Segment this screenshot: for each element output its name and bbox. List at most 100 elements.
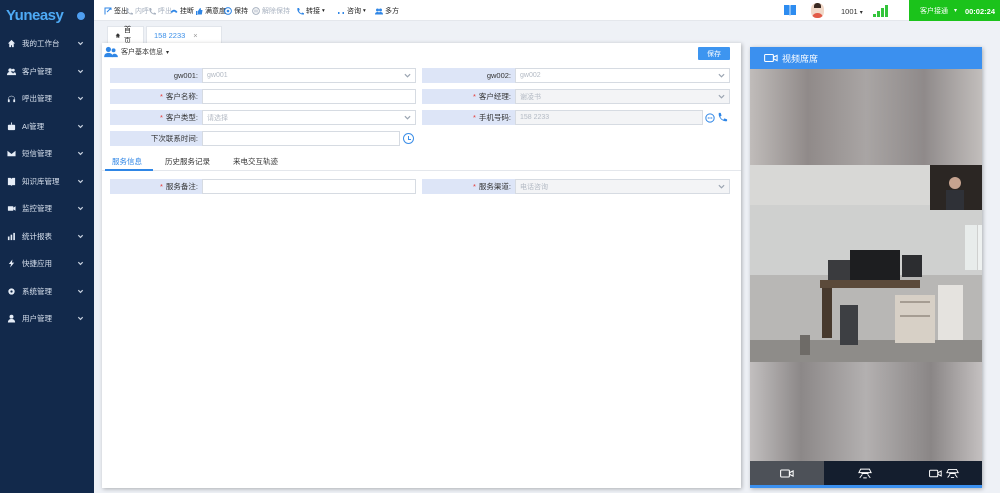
video-panel-title: 视频席席 — [782, 53, 819, 64]
customer-type-select[interactable]: 请选择 — [202, 110, 416, 125]
toolbar-label: 内呼 — [135, 8, 149, 15]
next-contact-input[interactable] — [202, 131, 400, 146]
conference-icon — [375, 8, 383, 15]
toolbar-unhold-button[interactable]: 解除保持 — [252, 6, 290, 16]
subtab-divider — [102, 170, 741, 171]
chart-icon — [7, 232, 16, 241]
gw002-select[interactable]: gw002 — [515, 68, 730, 83]
screen-share-button[interactable] — [824, 461, 905, 485]
toolbar-consult-button[interactable]: 咨询 ▾ — [337, 6, 366, 16]
sidebar-item-label: 快捷应用 — [22, 259, 52, 269]
toolbar-label: 满意度 — [205, 8, 226, 15]
internal-call-icon — [126, 8, 133, 15]
required-mark: * — [159, 92, 163, 101]
video-panel: 视频席席 — [750, 47, 982, 488]
toolbar-outbound-call-button[interactable]: 呼出 — [148, 6, 172, 16]
section-title[interactable]: 客户基本信息 ▾ — [104, 46, 169, 58]
video-frame-image — [750, 165, 982, 362]
sidebar-item-label: 呼出管理 — [22, 94, 52, 104]
transfer-icon — [297, 8, 304, 15]
service-channel-label-text: 服务渠道: — [478, 182, 511, 191]
required-mark: * — [159, 182, 163, 191]
toolbar-label: 保持 — [234, 8, 248, 15]
video-blurred-bottom — [750, 362, 982, 461]
home-icon — [7, 39, 16, 48]
chevron-down-icon — [77, 205, 84, 212]
toolbar-thumb-button[interactable]: 满意度 — [195, 6, 226, 16]
camera-toggle-button[interactable] — [750, 461, 824, 485]
screen-share-icon — [945, 468, 959, 478]
sidebar-item-2[interactable]: 呼出管理 — [0, 85, 94, 113]
sidebar-item-label: 知识库管理 — [22, 176, 60, 186]
call-timer: 00:02:24 — [964, 7, 995, 16]
sidebar-item-7[interactable]: 统计报表 — [0, 223, 94, 251]
sidebar-item-label: 统计报表 — [22, 231, 52, 241]
chevron-down-icon — [77, 150, 84, 157]
sidebar-collapse-icon[interactable] — [77, 12, 85, 20]
sidebar-item-1[interactable]: 客户管理 — [0, 58, 94, 86]
sidebar: Yuneasy 我的工作台客户管理呼出管理 AI管理 短信管理知识库管理监控管理统计… — [0, 0, 94, 493]
phone-call-icon[interactable] — [717, 112, 728, 123]
service-note-input[interactable] — [202, 179, 416, 194]
sidebar-item-4[interactable]: 短信管理 — [0, 140, 94, 168]
chevron-down-icon — [77, 233, 84, 240]
customer-form-panel: 客户基本信息 ▾ 保存 gw001: gw001 gw002: gw002 * 客… — [102, 43, 741, 488]
sidebar-item-3[interactable]: AI管理 — [0, 113, 94, 141]
video-panel-header: 视频席席 — [750, 47, 982, 69]
sidebar-item-label: 用户管理 — [22, 314, 52, 324]
logo-text: Yuneasy — [6, 6, 64, 24]
sidebar-item-label: 监控管理 — [22, 204, 52, 214]
customer-manager-value: 谢凌书 — [520, 93, 541, 101]
tab-home[interactable]: 首页 — [107, 25, 144, 45]
video-camera-icon — [780, 468, 794, 478]
clock-icon[interactable] — [403, 133, 414, 144]
required-mark: * — [472, 92, 476, 101]
toolbar-transfer-button[interactable]: 转接 ▾ — [296, 6, 325, 16]
chevron-down-icon — [77, 315, 84, 322]
customer-type-label-text: 客户类型: — [165, 113, 198, 122]
sidebar-item-0[interactable]: 我的工作台 — [0, 30, 94, 58]
gear-icon — [7, 287, 16, 296]
sidebar-item-10[interactable]: 用户管理 — [0, 305, 94, 333]
thumb-icon — [196, 8, 203, 15]
customer-name-input[interactable] — [202, 89, 416, 104]
hangup-icon — [170, 9, 178, 13]
avatar[interactable] — [811, 3, 824, 18]
call-status-button[interactable]: 客户接通 ▾ 00:02:24 — [909, 0, 1000, 21]
sidebar-item-9[interactable]: 系统管理 — [0, 278, 94, 306]
sidebar-item-label: 客户管理 — [22, 66, 52, 76]
customer-type-placeholder: 请选择 — [207, 114, 228, 122]
video-camera-icon — [928, 469, 942, 477]
subtab-call-trace[interactable]: 来电交互轨迹 — [233, 156, 278, 167]
subtab-service-info[interactable]: 服务信息 — [112, 156, 142, 167]
toolbar-hangup-button[interactable]: 挂断 — [170, 6, 194, 16]
customer-name-label: * 客户名称: — [110, 89, 202, 104]
video-controls — [750, 461, 982, 488]
tab-bar: 首页 158 2233 × — [94, 21, 1000, 45]
outbound-call-icon — [149, 8, 156, 15]
extension-label: 1001 — [841, 7, 858, 16]
book-icon[interactable] — [783, 3, 797, 17]
toolbar-hold-button[interactable]: 保持 — [224, 6, 248, 16]
service-channel-select[interactable]: 电话咨询 — [515, 179, 730, 194]
toolbar-internal-call-button[interactable]: 内呼 — [125, 6, 149, 16]
subtab-history[interactable]: 历史服务记录 — [165, 156, 210, 167]
save-button[interactable]: 保存 — [698, 47, 730, 60]
message-icon[interactable] — [705, 113, 715, 123]
sidebar-item-5[interactable]: 知识库管理 — [0, 168, 94, 196]
sidebar-item-6[interactable]: 监控管理 — [0, 195, 94, 223]
phone-input[interactable]: 158 2233 — [515, 110, 703, 125]
phone-label: * 手机号码: — [422, 110, 515, 125]
customer-manager-select[interactable]: 谢凌书 — [515, 89, 730, 104]
gw001-select[interactable]: gw001 — [202, 68, 416, 83]
extension-number[interactable]: 1001 ▾ — [841, 7, 863, 16]
toolbar-conference-button[interactable]: 多方 — [375, 6, 399, 16]
headset-icon — [7, 94, 16, 103]
phone-label-text: 手机号码: — [478, 113, 511, 122]
tab-customer[interactable]: 158 2233 × — [146, 26, 222, 43]
video-share-button[interactable] — [905, 461, 982, 485]
robot-icon — [7, 122, 16, 131]
home-icon — [115, 32, 121, 38]
close-icon[interactable]: × — [193, 31, 197, 40]
sidebar-item-8[interactable]: 快捷应用 — [0, 250, 94, 278]
